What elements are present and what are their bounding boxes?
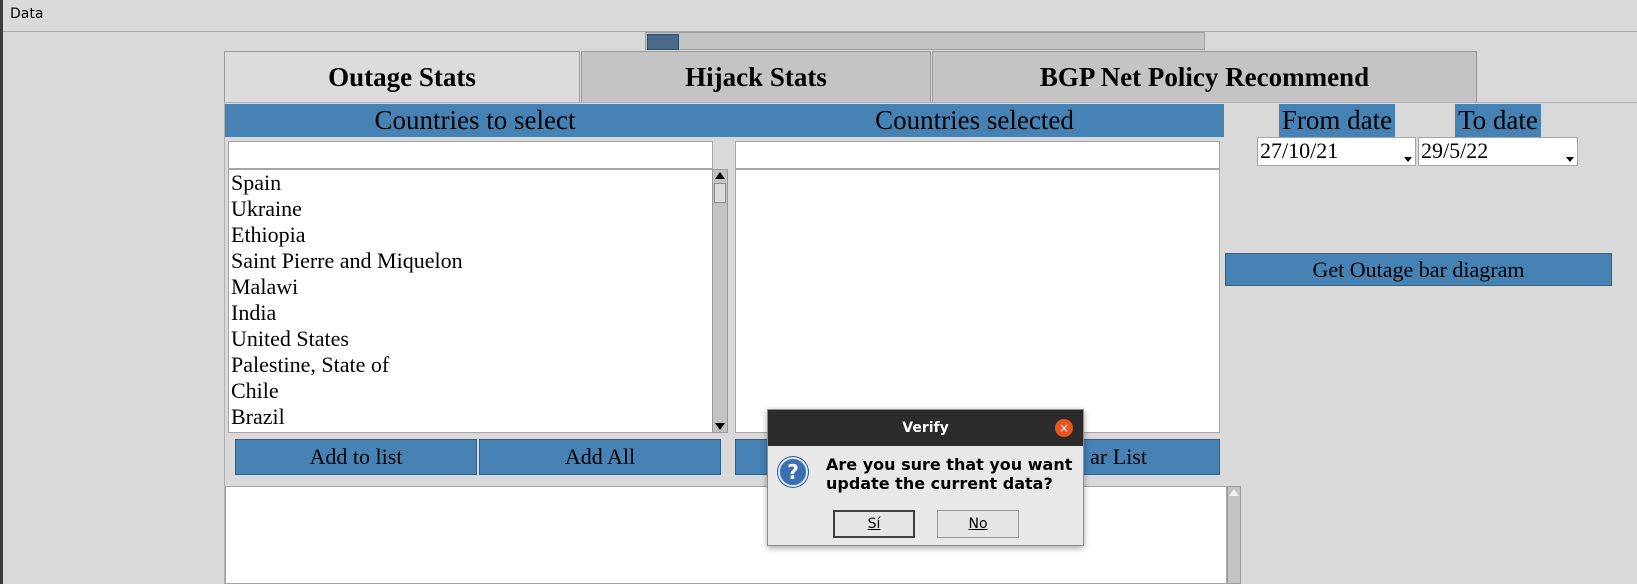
scrollbar-thumb[interactable] [714,183,726,203]
to-date-value: 29/5/22 [1421,138,1489,163]
countries-selected-header: Countries selected [725,104,1224,137]
dropdown-arrow-icon[interactable] [1566,157,1574,162]
no-button[interactable]: No [937,510,1019,538]
list-item[interactable]: Saint Pierre and Miquelon [231,248,463,274]
selected-country-search-input[interactable] [735,141,1220,169]
question-icon: ? [778,457,808,487]
country-search-input[interactable] [228,141,713,169]
clear-list-label: ar List [1090,444,1147,469]
list-item[interactable]: Palestine, State of [231,352,389,378]
countries-to-select-header: Countries to select [225,104,725,137]
tab-hijack-stats[interactable]: Hijack Stats [581,51,931,103]
from-date-header: From date [1279,104,1395,137]
scrollbar-thumb[interactable] [647,34,679,50]
scroll-up-icon[interactable] [715,172,725,179]
to-date-header: To date [1455,104,1541,137]
available-countries-list[interactable]: Spain Ukraine Ethiopia Saint Pierre and … [228,169,713,433]
add-all-button[interactable]: Add All [479,439,721,475]
selected-countries-list[interactable] [735,169,1220,433]
window-edge [0,0,3,584]
scroll-down-icon[interactable] [715,423,725,430]
dialog-message: Are you sure that you want update the cu… [826,455,1073,493]
list-item[interactable]: India [231,300,276,326]
scroll-up-icon[interactable] [1229,489,1239,496]
dropdown-arrow-icon[interactable] [1404,157,1412,162]
list-item[interactable]: Spain [231,170,281,196]
dialog-title: Verify [768,410,1083,446]
menubar: Data [3,0,1637,32]
list-item[interactable]: Ukraine [231,196,302,222]
list-item[interactable]: Ethiopia [231,222,306,248]
close-icon[interactable]: × [1055,419,1073,437]
list-item[interactable]: Brazil [231,404,285,430]
list-item[interactable]: Malawi [231,274,298,300]
countries-list-scrollbar[interactable] [712,169,728,433]
output-scrollbar[interactable] [1227,486,1241,584]
add-to-list-button[interactable]: Add to list [235,439,477,475]
verify-dialog: Verify × ? Are you sure that you want up… [767,409,1084,546]
tab-bgp-net-policy[interactable]: BGP Net Policy Recommend [932,51,1477,103]
from-date-value: 27/10/21 [1260,138,1339,163]
to-date-picker[interactable]: 29/5/22 [1418,137,1578,166]
yes-button[interactable]: Sí [833,510,915,538]
get-outage-bar-diagram-button[interactable]: Get Outage bar diagram [1225,253,1612,286]
menu-data[interactable]: Data [10,6,43,22]
tab-outage-stats[interactable]: Outage Stats [224,51,580,103]
list-item[interactable]: United States [231,326,349,352]
horizontal-scrollbar[interactable] [645,32,1205,50]
list-item[interactable]: Chile [231,378,279,404]
from-date-picker[interactable]: 27/10/21 [1257,137,1416,166]
